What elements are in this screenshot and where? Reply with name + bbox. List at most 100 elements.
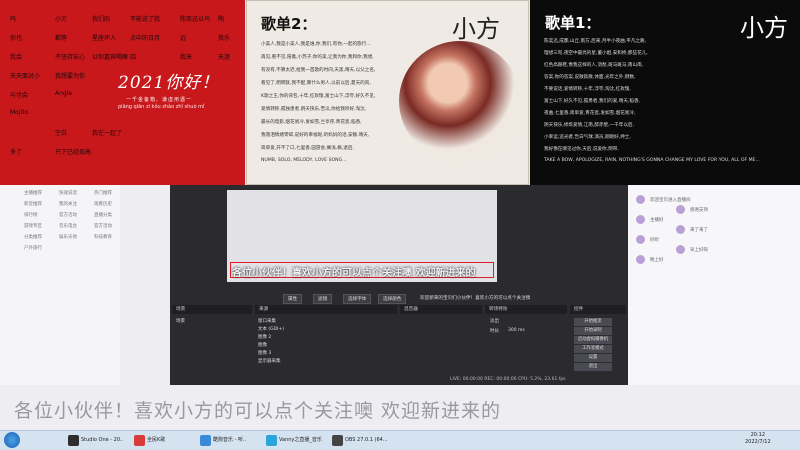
source-item[interactable]: 窗口采集 <box>258 318 276 324</box>
obs-dock-header: 控件 <box>570 305 626 314</box>
taskbar-item[interactable]: Vanny之直播_音乐 <box>264 433 326 448</box>
obs-control-button[interactable]: 开始录制 <box>574 327 612 335</box>
songlist-2-line: 我落泪情绪零碎,说好的幸福呢,听妈妈的话,安静,晴天, <box>261 133 370 138</box>
sidebar-item[interactable]: 科技教育 <box>94 234 112 240</box>
songlist-1-line: 阴天快乐,修炼爱情,江南,醉赤壁,一千年以后, <box>544 123 634 128</box>
chat-message: 来了来了 <box>690 228 708 233</box>
red-song-item: 陶 <box>218 16 225 23</box>
duration-label: 时长 <box>490 329 499 334</box>
sidebar-item[interactable]: 快速说话 <box>59 190 77 196</box>
chat-message: 好听 <box>650 238 659 243</box>
source-item[interactable]: 显示器采集 <box>258 358 281 364</box>
sidebar-item[interactable]: 直播分类 <box>94 212 112 218</box>
sidebar-item[interactable]: 热门推荐 <box>94 190 112 196</box>
sidebar-item[interactable]: 官方活动 <box>94 223 112 229</box>
songlist-1-line: 红色高跟鞋,像我这样的人,消愁,斑马斑马,南山南, <box>544 63 644 68</box>
songlist-2-line: 简单爱,开不了口,七里香,园游会,搁浅,枫,退后, <box>261 146 354 151</box>
red-song-item: 与也会 <box>10 92 29 99</box>
red-song-item: 陈奕迅以鸟 <box>180 16 211 23</box>
app-icon <box>266 435 277 446</box>
taskbar-item-label: OBS 27.0.1 (64... <box>345 437 388 443</box>
red-song-item: 我在一起了 <box>92 130 123 137</box>
obs-control-button[interactable]: 开始推流 <box>574 318 612 326</box>
chat-message: 主播好 <box>650 218 664 223</box>
taskbar-item[interactable]: OBS 27.0.1 (64... <box>330 433 392 448</box>
sidebar-item[interactable]: 我的关注 <box>59 201 77 207</box>
red-song-item: Angle <box>55 90 73 97</box>
obs-dock-header: 来源 <box>255 305 397 314</box>
avatar <box>676 245 685 254</box>
sidebar-item[interactable]: 官方活动 <box>59 212 77 218</box>
obs-control-button[interactable]: 工作室模式 <box>574 345 612 353</box>
chat-message: 欢迎宝贝进入直播间 <box>650 198 691 203</box>
start-button[interactable] <box>4 432 20 448</box>
songlist-2-line: K歌之王,你的背包,十年,红玫瑰,富士山下,浮夸,好久不见, <box>261 94 376 99</box>
clock-date: 2022/7/12 <box>745 439 771 445</box>
sidebar-item[interactable]: 游戏专区 <box>24 223 42 229</box>
taskbar-item-label: Vanny之直播_音乐 <box>279 437 322 443</box>
app-icon <box>200 435 211 446</box>
red-song-item: 只下已经现高 <box>55 149 92 156</box>
obs-toolbar-button[interactable]: 选择颜色 <box>378 294 407 304</box>
red-song-item: 四 <box>130 54 137 61</box>
obs-dock-header: 转场特效 <box>485 305 567 314</box>
red-song-item: 吗 <box>10 16 17 23</box>
red-song-item: 我想要为你 <box>55 73 86 80</box>
obs-toolbar-button[interactable]: 滤镜 <box>313 294 333 304</box>
taskbar-item[interactable]: 酷狗音乐 - 听.. <box>198 433 260 448</box>
songlist-1-line: 小幸运,追光者,告白气球,演员,刚刚好,绅士, <box>544 135 631 140</box>
songlist-2-line: 最长的电影,烟花易冷,发如雪,兰亭序,青花瓷,稻香, <box>261 120 362 125</box>
songlist-1-panel: 歌单1： 小方 陈奕迅,成都,山丘,南方,后来,月半小夜曲,平凡之路, 理想三旬,… <box>530 0 800 185</box>
songlist-2-panel: 歌单2： 小方 小美人,我是小美人,我是谁,你,我们,有你,一起的旅行... 再见… <box>246 0 529 185</box>
source-item[interactable]: 文本 (GDI+) <box>258 326 284 332</box>
red-song-item: 我来 <box>180 54 193 61</box>
sidebar-item[interactable]: 新近推荐 <box>24 201 42 207</box>
scene-item[interactable]: 场景 <box>176 318 185 324</box>
obs-control-button[interactable]: 设置 <box>574 354 612 362</box>
obs-control-button[interactable]: 启动虚拟摄像机 <box>574 336 612 344</box>
sidebar-item[interactable]: 分类推荐 <box>24 234 42 240</box>
source-item[interactable]: 图像 3 <box>258 350 271 356</box>
red-song-item: 点中的日月 <box>130 35 161 42</box>
chat-message: 早上好呀 <box>690 248 708 253</box>
avatar <box>676 225 685 234</box>
sidebar-item[interactable]: 户外旅行 <box>24 245 42 251</box>
songlist-1-line: 答案,你的答案,说散就散,体面,光年之外,倒数, <box>544 75 636 80</box>
app-icon <box>134 435 145 446</box>
chat-message: 晚上好 <box>650 258 664 263</box>
duration-input[interactable]: 300 ms <box>508 328 525 333</box>
obs-text-source-preview: 欢迎新来的宝贝们小伙伴！喜欢小方的可以点个关注噢 <box>420 296 531 301</box>
songlist-2-line: 爱情转移,孤独患者,阴天快乐,苦瓜,你给我听好,淘汰, <box>261 107 367 112</box>
songlist-2-title: 歌单2： <box>261 15 317 33</box>
avatar <box>636 215 645 224</box>
songlist-1-line: 我好像在哪见过你,天后,说爱你,倒带, <box>544 147 619 152</box>
marquee-text: 各位小伙伴！喜欢小方的可以点个关注噢 欢迎新进来的 <box>232 268 476 279</box>
sidebar-item[interactable]: 排行榜 <box>24 212 38 218</box>
obs-toolbar-button[interactable]: 属性 <box>283 294 303 304</box>
sidebar-item[interactable]: 音乐电台 <box>59 223 77 229</box>
obs-toolbar-button[interactable]: 选择字体 <box>343 294 372 304</box>
songlist-1-title: 歌单1： <box>545 14 601 32</box>
taskbar-item[interactable]: Studio One - 20.. <box>66 433 128 448</box>
red-song-item: 星座坏人 <box>92 35 117 42</box>
transition-select[interactable]: 淡出 <box>490 318 499 324</box>
source-item[interactable]: 图像 <box>258 342 267 348</box>
red-song-item: 我乐 <box>218 35 231 42</box>
taskbar-item[interactable]: 全民K歌 <box>132 433 194 448</box>
songlist-1-line: 富士山下,好久不见,孤勇者,我们的爱,晴天,稻香, <box>544 99 641 104</box>
obs-control-button[interactable]: 退出 <box>574 363 612 371</box>
red-song-item: 不能说了我 <box>130 16 161 23</box>
app-icon <box>332 435 343 446</box>
sidebar-item[interactable]: 主播推荐 <box>24 190 42 196</box>
source-item[interactable]: 图像 2 <box>258 334 271 340</box>
sidebar-item[interactable]: 观看历史 <box>94 201 112 207</box>
songlist-1-line: 理想三旬,夜空中最亮的星,董小姐,安和桥,那些花儿, <box>544 51 648 56</box>
red-song-item: 小方 <box>55 16 68 23</box>
red-song-item: 空白 <box>55 130 68 137</box>
sidebar-item[interactable]: 娱乐天地 <box>59 234 77 240</box>
taskbar-item-label: Studio One - 20.. <box>81 437 124 443</box>
songlist-2-line: 再见,看不见,陪着,小苏子,你的美,让我为你,我和你,我想, <box>261 55 374 60</box>
songlist-2-line: 看见了,明明就,我不配,算什么男人,以前以后,夏天的风, <box>261 81 371 86</box>
avatar <box>676 205 685 214</box>
songlist-1-brand: 小方 <box>740 14 788 42</box>
